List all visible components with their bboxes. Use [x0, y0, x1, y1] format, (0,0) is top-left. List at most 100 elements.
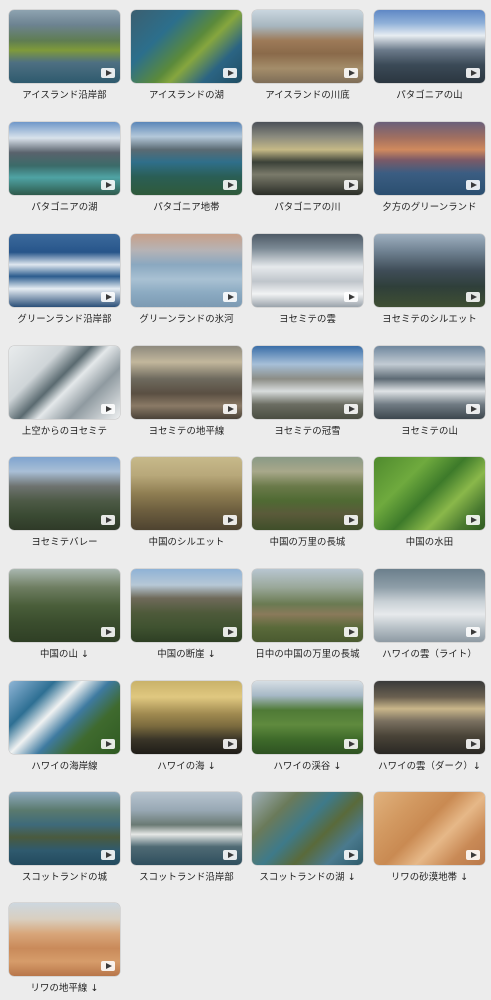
screensaver-tile[interactable]: ハワイの雲（ダーク）↓ [374, 681, 485, 773]
screensaver-label: ハワイの渓谷 ↓ [273, 761, 342, 772]
screensaver-thumbnail[interactable] [131, 10, 242, 83]
screensaver-label: 中国の水田 [405, 537, 454, 548]
screensaver-label: パタゴニアの山 [396, 90, 463, 101]
screensaver-thumbnail[interactable] [9, 903, 120, 976]
screensaver-label: パタゴニアの川 [274, 202, 341, 213]
screensaver-tile[interactable]: ハワイの海岸線 [9, 681, 120, 773]
screensaver-thumbnail[interactable] [9, 457, 120, 530]
video-icon [466, 850, 480, 860]
screensaver-label: 日中の中国の万里の長城 [255, 649, 360, 660]
screensaver-tile[interactable]: 中国の断崖 ↓ [131, 569, 242, 661]
screensaver-tile[interactable]: リワの砂漠地帯 ↓ [374, 792, 485, 884]
screensaver-tile[interactable]: スコットランド沿岸部 [131, 792, 242, 884]
screensaver-label: スコットランドの湖 ↓ [259, 872, 356, 883]
screensaver-label: ヨセミテバレー [31, 537, 98, 548]
screensaver-thumbnail[interactable] [374, 122, 485, 195]
screensaver-thumbnail[interactable] [9, 346, 120, 419]
screensaver-tile[interactable]: パタゴニア地帯 [131, 122, 242, 214]
screensaver-thumbnail[interactable] [374, 346, 485, 419]
screensaver-tile[interactable]: ハワイの海 ↓ [131, 681, 242, 773]
video-icon [101, 627, 115, 637]
screensaver-thumbnail[interactable] [252, 681, 363, 754]
screensaver-tile[interactable]: 中国の水田 [374, 457, 485, 549]
screensaver-label: リワの地平線 ↓ [30, 983, 99, 994]
screensaver-thumbnail[interactable] [9, 234, 120, 307]
screensaver-thumbnail[interactable] [9, 681, 120, 754]
screensaver-label: ヨセミテの山 [401, 426, 458, 437]
screensaver-thumbnail[interactable] [9, 792, 120, 865]
screensaver-tile[interactable]: 中国の山 ↓ [9, 569, 120, 661]
screensaver-tile[interactable]: アイスランドの川底 [252, 10, 363, 102]
screensaver-thumbnail[interactable] [374, 569, 485, 642]
screensaver-tile[interactable]: ヨセミテの山 [374, 346, 485, 438]
screensaver-label: パタゴニア地帯 [153, 202, 220, 213]
video-icon [101, 515, 115, 525]
video-icon [101, 961, 115, 971]
video-icon [466, 739, 480, 749]
screensaver-tile[interactable]: ヨセミテのシルエット [374, 234, 485, 326]
video-icon [101, 180, 115, 190]
screensaver-tile[interactable]: リワの地平線 ↓ [9, 903, 120, 995]
screensaver-tile[interactable]: 日中の中国の万里の長城 [252, 569, 363, 661]
screensaver-tile[interactable]: ハワイの雲（ライト） [374, 569, 485, 661]
screensaver-tile[interactable]: 中国のシルエット [131, 457, 242, 549]
screensaver-label: アイスランドの湖 [148, 90, 225, 101]
screensaver-label: ハワイの雲（ダーク）↓ [378, 761, 481, 772]
screensaver-thumbnail[interactable] [9, 569, 120, 642]
screensaver-tile[interactable]: グリーンランドの氷河 [131, 234, 242, 326]
screensaver-thumbnail[interactable] [252, 457, 363, 530]
video-icon [223, 180, 237, 190]
screensaver-label: スコットランドの城 [21, 872, 108, 883]
screensaver-thumbnail[interactable] [252, 346, 363, 419]
screensaver-tile[interactable]: パタゴニアの湖 [9, 122, 120, 214]
screensaver-tile[interactable]: ハワイの渓谷 ↓ [252, 681, 363, 773]
screensaver-thumbnail[interactable] [131, 122, 242, 195]
video-icon [223, 739, 237, 749]
screensaver-thumbnail[interactable] [252, 234, 363, 307]
screensaver-thumbnail[interactable] [131, 569, 242, 642]
screensaver-tile[interactable]: 中国の万里の長城 [252, 457, 363, 549]
screensaver-thumbnail[interactable] [252, 122, 363, 195]
screensaver-tile[interactable]: パタゴニアの山 [374, 10, 485, 102]
video-icon [466, 68, 480, 78]
screensaver-thumbnail[interactable] [252, 569, 363, 642]
video-icon [101, 68, 115, 78]
screensaver-label: アイスランドの川底 [265, 90, 350, 101]
screensaver-thumbnail[interactable] [131, 681, 242, 754]
screensaver-thumbnail[interactable] [374, 681, 485, 754]
screensaver-label: ハワイの海岸線 [31, 761, 98, 772]
screensaver-label: パタゴニアの湖 [31, 202, 98, 213]
screensaver-thumbnail[interactable] [374, 10, 485, 83]
screensaver-label: リワの砂漠地帯 ↓ [390, 872, 469, 883]
screensaver-thumbnail[interactable] [9, 122, 120, 195]
screensaver-tile[interactable]: ヨセミテの地平線 [131, 346, 242, 438]
screensaver-thumbnail[interactable] [374, 792, 485, 865]
screensaver-thumbnail[interactable] [374, 457, 485, 530]
screensaver-tile[interactable]: 上空からのヨセミテ [9, 346, 120, 438]
screensaver-thumbnail[interactable] [374, 234, 485, 307]
screensaver-tile[interactable]: ヨセミテの雲 [252, 234, 363, 326]
video-icon [344, 850, 358, 860]
screensaver-tile[interactable]: パタゴニアの川 [252, 122, 363, 214]
video-icon [344, 68, 358, 78]
video-icon [223, 850, 237, 860]
video-icon [101, 739, 115, 749]
screensaver-thumbnail[interactable] [131, 346, 242, 419]
screensaver-label: スコットランド沿岸部 [139, 872, 234, 883]
screensaver-thumbnail[interactable] [131, 457, 242, 530]
screensaver-tile[interactable]: ヨセミテバレー [9, 457, 120, 549]
screensaver-tile[interactable]: グリーンランド沿岸部 [9, 234, 120, 326]
screensaver-thumbnail[interactable] [9, 10, 120, 83]
screensaver-thumbnail[interactable] [131, 234, 242, 307]
screensaver-tile[interactable]: ヨセミテの冠雪 [252, 346, 363, 438]
screensaver-thumbnail[interactable] [131, 792, 242, 865]
screensaver-tile[interactable]: 夕方のグリーンランド [374, 122, 485, 214]
video-icon [101, 292, 115, 302]
screensaver-tile[interactable]: スコットランドの湖 ↓ [252, 792, 363, 884]
video-icon [466, 180, 480, 190]
screensaver-tile[interactable]: スコットランドの城 [9, 792, 120, 884]
screensaver-thumbnail[interactable] [252, 792, 363, 865]
screensaver-tile[interactable]: アイスランド沿岸部 [9, 10, 120, 102]
screensaver-thumbnail[interactable] [252, 10, 363, 83]
screensaver-tile[interactable]: アイスランドの湖 [131, 10, 242, 102]
